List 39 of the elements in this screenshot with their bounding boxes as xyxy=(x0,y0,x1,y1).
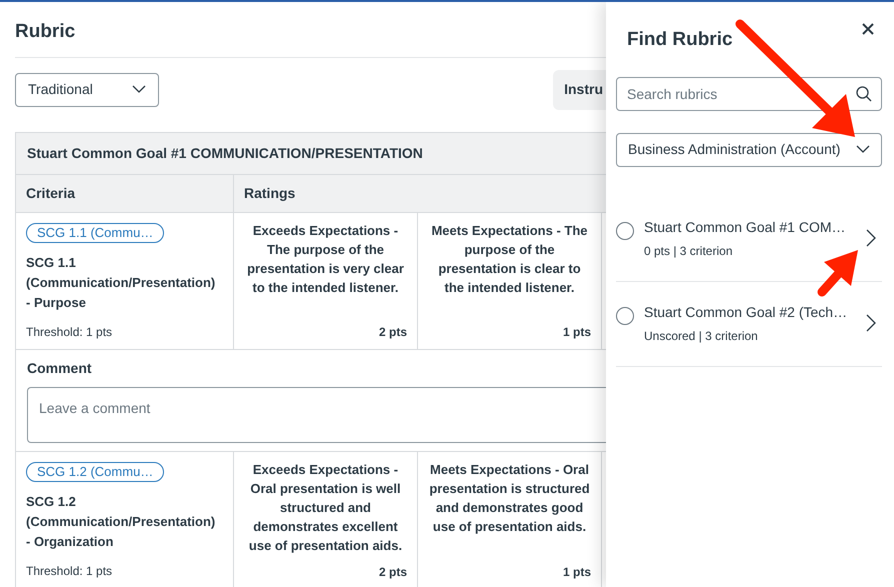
chevron-down-icon xyxy=(132,85,146,94)
outcome-tag[interactable]: SCG 1.1 (Commu… xyxy=(26,222,164,242)
column-header: Criteria xyxy=(16,174,234,212)
view-select[interactable]: Traditional xyxy=(15,72,159,106)
account-select[interactable]: Business Administration (Account) xyxy=(616,132,882,166)
result-title: Stuart Common Goal #1 COM… xyxy=(644,218,847,236)
radio-button[interactable] xyxy=(616,307,634,325)
rating-description: Exceeds Expectations - The purpose of the presentation is very clear to the intended listener. xyxy=(246,222,405,296)
search-icon xyxy=(856,86,872,102)
criterion-title: SCG 1.2 (Communication/Presentation) - Organization xyxy=(26,492,216,551)
rating-description: Meets Expectations - Oral presentation is structured and demonstrates good use of presentation aids. xyxy=(428,460,591,536)
result-meta: Unscored | 3 criterion xyxy=(644,328,759,344)
close-icon xyxy=(862,22,874,35)
column-header: Ratings xyxy=(234,174,606,212)
result-meta: 0 pts | 3 criterion xyxy=(644,242,734,260)
chevron-down-icon xyxy=(856,145,870,154)
comment-label: Comment xyxy=(27,358,93,378)
rating-description: Exceeds Expectations - Oral presentation is well structured and demonstrates excellent use of presentation aids. xyxy=(248,460,404,554)
result-title: Stuart Common Goal #2 (Tech… xyxy=(644,302,848,322)
chevron-right-icon[interactable] xyxy=(866,229,876,247)
rubric-result[interactable]: Stuart Common Goal #2 (Tech… Unscored | 3 criterion xyxy=(616,282,882,366)
rating-points: 2 pts xyxy=(378,324,407,340)
outcome-tag[interactable]: SCG 1.2 (Commu… xyxy=(26,462,164,482)
rating-points: 1 pts xyxy=(562,324,591,340)
annotation-arrow xyxy=(818,250,858,296)
threshold-text: Threshold: 1 pts xyxy=(26,562,114,580)
search-field[interactable]: Search rubrics xyxy=(616,76,882,110)
rating-points: 1 pts xyxy=(562,564,591,580)
criterion-title: SCG 1.1 (Communication/Presentation) - Purpose xyxy=(26,254,216,312)
radio-button[interactable] xyxy=(616,222,634,240)
comment-field[interactable]: Leave a comment xyxy=(27,386,606,442)
instructor-button[interactable]: Instru xyxy=(553,70,606,110)
rating-description: Meets Expectations - The purpose of the presentation is clear to the intended listener. xyxy=(430,222,589,296)
drawer-title: Find Rubric xyxy=(627,28,733,52)
page-title: Rubric xyxy=(15,18,606,58)
threshold-text: Threshold: 1 pts xyxy=(26,324,114,340)
chevron-right-icon[interactable] xyxy=(866,314,876,332)
rating-points: 2 pts xyxy=(378,564,407,580)
rubric-title: Stuart Common Goal #1 COMMUNICATION/PRESENTATION xyxy=(16,132,606,174)
